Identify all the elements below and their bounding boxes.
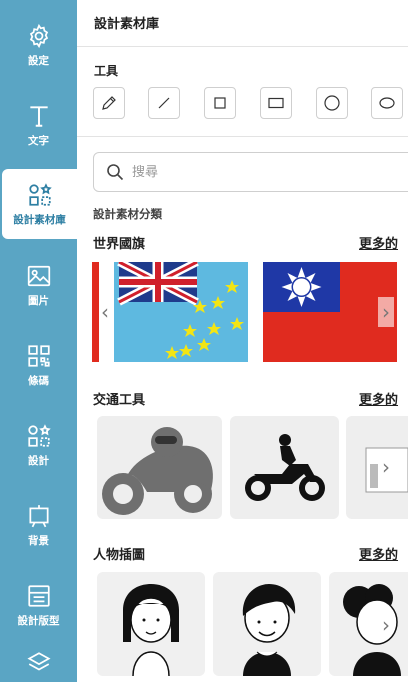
rail-item-design[interactable]: 設計	[0, 410, 77, 480]
rail-item-barcode[interactable]: 條碼	[0, 330, 77, 400]
carousel-next-button[interactable]: ›	[378, 297, 394, 327]
search-input[interactable]	[132, 164, 332, 180]
rectangle-icon	[268, 97, 284, 109]
design-library-panel: 設計素材庫 工具 設計素材分類 世界國旗 更多的	[77, 0, 408, 682]
rectangle-tool-button[interactable]	[260, 87, 292, 119]
divider	[77, 46, 408, 47]
left-navigation-rail: 設定 文字 設計素材庫 圖片 條碼 設計 背景 設計版型	[0, 0, 77, 682]
girl-illustration-image	[123, 584, 179, 676]
rail-item-label: 圖片	[28, 294, 49, 307]
boy-illustration-image	[242, 584, 296, 676]
divider	[77, 136, 408, 137]
rail-item-label: 設計素材庫	[13, 213, 66, 226]
chevron-right-icon: ›	[382, 613, 390, 637]
search-icon	[107, 164, 124, 181]
search-box[interactable]	[93, 152, 408, 192]
vehicle-thumbnail-motorcycle[interactable]	[230, 416, 339, 519]
rail-item-label: 設計版型	[17, 614, 60, 627]
tuvalu-flag-image	[114, 262, 248, 362]
carousel-prev-button[interactable]: ‹	[97, 297, 113, 327]
background-frame-icon	[28, 504, 49, 527]
line-tool-button[interactable]	[148, 87, 180, 119]
panel-title: 設計素材庫	[94, 17, 160, 32]
circle-tool-button[interactable]	[316, 87, 348, 119]
shapes-icon	[28, 182, 52, 206]
pencil-icon	[102, 96, 116, 110]
flag-thumbnail-tuvalu[interactable]	[114, 262, 248, 362]
section-title-world-flags: 世界國旗	[93, 237, 146, 252]
person-partial-image	[343, 584, 401, 676]
vehicle-thumbnail-motorcycle-rider[interactable]	[97, 416, 222, 519]
vehicle-thumbnail-partial[interactable]	[346, 416, 408, 519]
flag-thumbnail-taiwan[interactable]	[263, 262, 397, 362]
ellipse-icon	[379, 97, 395, 109]
ellipse-tool-button[interactable]	[371, 87, 403, 119]
rail-item-layers[interactable]	[0, 650, 77, 682]
text-t-icon	[29, 105, 48, 127]
image-icon	[27, 265, 50, 286]
motorcycle-rider-image	[102, 427, 213, 515]
more-link-world-flags[interactable]: 更多的	[359, 233, 398, 252]
tools-label: 工具	[94, 64, 119, 78]
person-thumbnail-partial[interactable]	[329, 572, 408, 676]
layout-template-icon	[27, 584, 50, 607]
rail-item-label: 設定	[28, 54, 49, 67]
gear-icon	[29, 23, 48, 48]
layers-icon	[26, 652, 51, 671]
carousel-next-button-people[interactable]: ›	[378, 610, 394, 640]
rail-item-label: 設計	[28, 454, 49, 467]
carousel-next-button-vehicles[interactable]: ›	[378, 452, 394, 482]
line-icon	[158, 97, 170, 109]
chevron-left-icon: ‹	[101, 300, 109, 324]
section-title-people-illustrations: 人物插圖	[93, 548, 146, 563]
rail-item-text[interactable]: 文字	[0, 90, 77, 160]
chevron-right-icon: ›	[382, 300, 390, 324]
taiwan-flag-image	[263, 262, 397, 362]
more-link-people[interactable]: 更多的	[359, 544, 398, 563]
square-tool-button[interactable]	[204, 87, 236, 119]
design-shapes-icon	[27, 423, 51, 447]
circle-icon	[324, 95, 340, 111]
rail-item-label: 條碼	[28, 374, 49, 387]
rail-item-design-library[interactable]: 設計素材庫	[2, 169, 77, 239]
qr-code-icon	[27, 344, 50, 367]
person-thumbnail-boy[interactable]	[213, 572, 321, 676]
rail-item-settings[interactable]: 設定	[0, 10, 77, 80]
category-label: 設計素材分類	[93, 207, 162, 221]
square-icon	[214, 97, 226, 109]
rail-item-background[interactable]: 背景	[0, 490, 77, 560]
vehicle-partial-image	[365, 447, 408, 493]
rail-item-images[interactable]: 圖片	[0, 250, 77, 320]
rail-item-layout-templates[interactable]: 設計版型	[0, 570, 77, 640]
person-thumbnail-girl[interactable]	[97, 572, 205, 676]
section-title-vehicles: 交通工具	[93, 393, 146, 408]
chevron-right-icon: ›	[382, 455, 390, 479]
pencil-tool-button[interactable]	[93, 87, 125, 119]
motorcycle-image	[245, 434, 325, 501]
more-link-vehicles[interactable]: 更多的	[359, 389, 398, 408]
rail-item-label: 背景	[28, 534, 49, 547]
rail-item-label: 文字	[28, 134, 49, 147]
